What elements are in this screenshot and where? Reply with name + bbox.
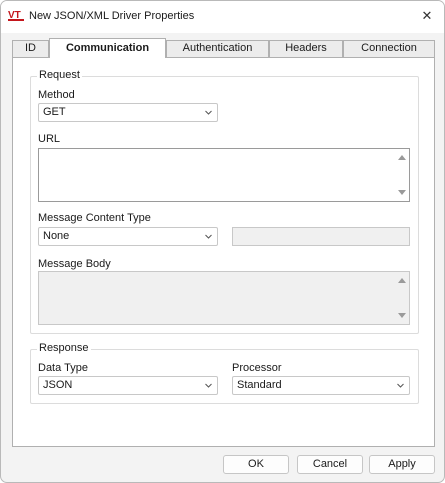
data-type-select[interactable]: JSON — [38, 376, 218, 395]
processor-select[interactable]: Standard — [232, 376, 410, 395]
tab-panel-communication: Request Method GET URL Message Content T… — [12, 57, 435, 447]
window-title: New JSON/XML Driver Properties — [29, 10, 195, 22]
url-label: URL — [38, 133, 61, 145]
tab-headers[interactable]: Headers — [269, 40, 343, 57]
content-type-label: Message Content Type — [38, 212, 151, 224]
content-type-select[interactable]: None — [38, 227, 218, 246]
close-button[interactable]: ✕ — [414, 3, 440, 29]
close-icon: ✕ — [421, 8, 433, 23]
data-type-value: JSON — [43, 379, 73, 391]
method-label: Method — [38, 89, 75, 101]
scroll-down-arrow-icon — [398, 313, 406, 318]
chevron-down-icon — [205, 234, 212, 239]
url-scrollbar[interactable] — [395, 149, 409, 201]
chevron-down-icon — [397, 383, 404, 388]
chevron-down-icon — [205, 110, 212, 115]
message-body-input — [38, 271, 410, 325]
scroll-up-arrow-icon[interactable] — [398, 155, 406, 160]
method-value: GET — [43, 106, 66, 118]
content-type-extra-field — [232, 227, 410, 246]
request-group-label: Request — [37, 69, 82, 81]
tab-id[interactable]: ID — [12, 40, 49, 57]
url-input[interactable] — [38, 148, 410, 202]
content-type-value: None — [43, 230, 70, 242]
tab-connection[interactable]: Connection — [343, 40, 435, 57]
tab-authentication[interactable]: Authentication — [166, 40, 269, 57]
apply-button[interactable]: Apply — [369, 455, 435, 474]
dialog-window: VT New JSON/XML Driver Properties ✕ ID C… — [0, 0, 445, 483]
chevron-down-icon — [205, 383, 212, 388]
message-body-scrollbar — [395, 272, 409, 324]
vt-logo-icon: VT — [8, 10, 24, 21]
processor-value: Standard — [237, 379, 282, 391]
processor-label: Processor — [232, 362, 282, 374]
response-group-label: Response — [37, 342, 91, 354]
data-type-label: Data Type — [38, 362, 88, 374]
method-select[interactable]: GET — [38, 103, 218, 122]
message-body-label: Message Body — [38, 258, 111, 270]
scroll-down-arrow-icon[interactable] — [398, 190, 406, 195]
title-bar[interactable]: VT New JSON/XML Driver Properties ✕ — [1, 1, 444, 33]
tab-communication[interactable]: Communication — [49, 38, 166, 58]
scroll-up-arrow-icon — [398, 278, 406, 283]
ok-button[interactable]: OK — [223, 455, 289, 474]
cancel-button[interactable]: Cancel — [297, 455, 363, 474]
